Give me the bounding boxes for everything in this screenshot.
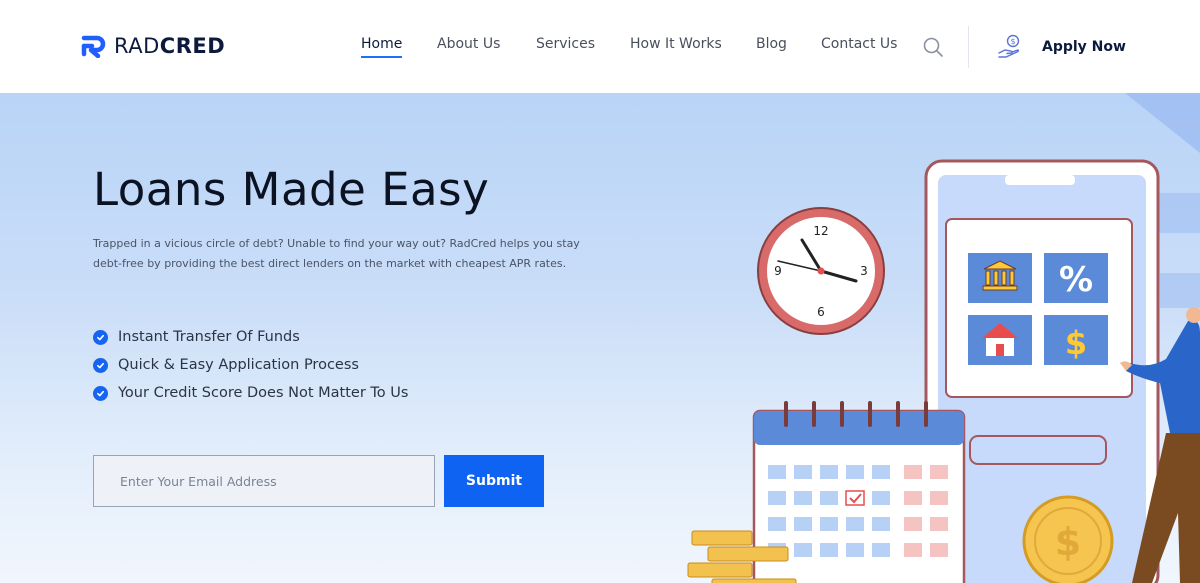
nav-how-it-works[interactable]: How It Works bbox=[630, 36, 722, 52]
tile-house bbox=[968, 315, 1032, 365]
hero-section: Loans Made Easy Trapped in a vicious cir… bbox=[0, 93, 1200, 583]
search-icon[interactable] bbox=[922, 36, 944, 58]
hero-title: Loans Made Easy bbox=[93, 163, 490, 216]
feature-item: Instant Transfer Of Funds bbox=[93, 323, 408, 351]
nav-active-underline bbox=[361, 56, 403, 58]
svg-text:6: 6 bbox=[817, 305, 825, 319]
submit-button[interactable]: Submit bbox=[444, 455, 544, 507]
nav-home[interactable]: Home bbox=[361, 36, 403, 58]
percent-icon: % bbox=[1059, 260, 1093, 300]
feature-list: Instant Transfer Of Funds Quick & Easy A… bbox=[93, 323, 408, 407]
tile-percent: % bbox=[1044, 253, 1108, 303]
nav-services[interactable]: Services bbox=[536, 36, 595, 52]
check-circle-icon bbox=[93, 385, 108, 401]
site-header: RADCRED Home About Us Services How It Wo… bbox=[0, 0, 1200, 93]
coin-illustration: $ bbox=[1022, 495, 1114, 583]
nav-about-us[interactable]: About Us bbox=[437, 36, 500, 52]
logo-text: RADCRED bbox=[114, 34, 226, 58]
logo[interactable]: RADCRED bbox=[80, 33, 225, 59]
feature-text: Quick & Easy Application Process bbox=[118, 357, 359, 373]
feature-text: Instant Transfer Of Funds bbox=[118, 329, 300, 345]
nav-contact-us[interactable]: Contact Us bbox=[821, 36, 897, 52]
feature-item: Your Credit Score Does Not Matter To Us bbox=[93, 379, 408, 407]
apply-now-label: Apply Now bbox=[1042, 39, 1126, 55]
hero-illustration: % $ 12 3 6 9 $ bbox=[687, 93, 1200, 583]
radcred-logo-icon bbox=[81, 35, 106, 58]
header-divider bbox=[968, 26, 969, 68]
svg-text:$: $ bbox=[1010, 37, 1015, 46]
hero-description: Trapped in a vicious circle of debt? Una… bbox=[93, 237, 580, 270]
email-input[interactable] bbox=[93, 455, 435, 507]
check-circle-icon bbox=[93, 357, 108, 373]
money-hand-icon: $ bbox=[998, 34, 1020, 58]
apply-now-button[interactable]: $ Apply Now bbox=[996, 32, 1126, 62]
dollar-icon: $ bbox=[1065, 324, 1087, 362]
tile-bank bbox=[968, 253, 1032, 303]
nav-blog[interactable]: Blog bbox=[756, 36, 787, 52]
tile-dollar: $ bbox=[1044, 315, 1108, 365]
svg-text:9: 9 bbox=[774, 264, 782, 278]
svg-text:12: 12 bbox=[813, 224, 828, 238]
feature-item: Quick & Easy Application Process bbox=[93, 351, 408, 379]
svg-text:$: $ bbox=[1055, 520, 1081, 564]
check-circle-icon bbox=[93, 329, 108, 345]
svg-text:3: 3 bbox=[860, 264, 868, 278]
feature-text: Your Credit Score Does Not Matter To Us bbox=[118, 385, 409, 401]
clock-illustration: 12 3 6 9 bbox=[757, 207, 885, 335]
